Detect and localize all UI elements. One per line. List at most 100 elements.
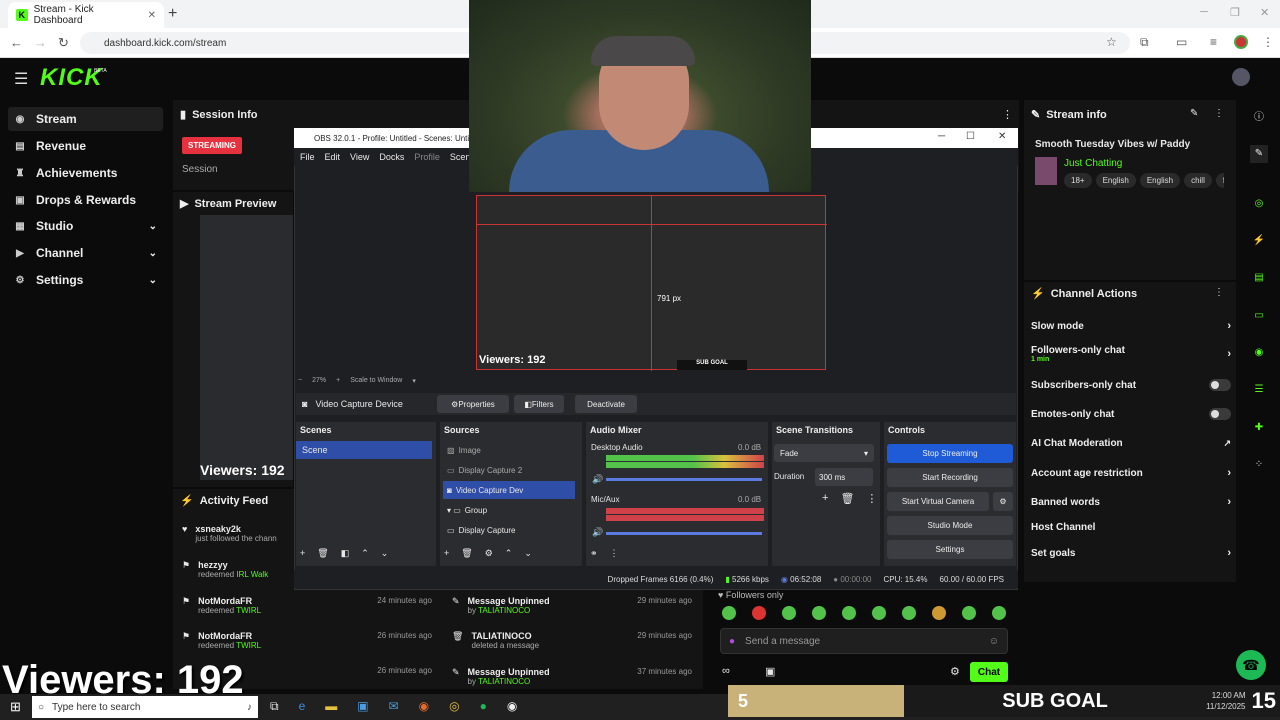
emote-icon[interactable] <box>782 606 796 620</box>
chat-settings-icon[interactable]: ⚙ <box>950 665 960 678</box>
obs-menu-profile[interactable]: Profile <box>414 152 440 162</box>
add-icon[interactable]: + <box>444 548 449 559</box>
emote-icon[interactable] <box>722 606 736 620</box>
mail-icon[interactable]: ✉ <box>389 699 399 714</box>
store-icon[interactable]: ▣ <box>357 699 368 714</box>
sidebar-item-revenue[interactable]: ▤ Revenue <box>8 134 163 158</box>
emote-icon[interactable] <box>932 606 946 620</box>
obs-close-icon[interactable]: ✕ <box>998 131 1006 142</box>
sidebar-item-channel[interactable]: ▶ Channel ⌄ <box>8 241 163 265</box>
minimize-icon[interactable]: ─ <box>1200 6 1208 18</box>
chevron-up-icon[interactable]: ⌃ <box>505 548 513 559</box>
session-menu-icon[interactable]: ⋮ <box>1002 108 1013 121</box>
bookmark-star-icon[interactable]: ☆ <box>1106 35 1117 49</box>
chat-send-button[interactable]: Chat <box>970 662 1008 682</box>
host-channel-row[interactable]: Host Channel <box>1031 522 1231 533</box>
infinity-icon[interactable]: ∞ <box>722 665 730 677</box>
followers-only-row[interactable]: Followers-only chat 1 min › <box>1031 345 1231 363</box>
media-icon[interactable]: ≡ <box>1210 35 1217 49</box>
sidebar-item-stream[interactable]: ◉ Stream <box>8 107 163 131</box>
forward-icon[interactable]: → <box>34 35 47 50</box>
filters-button[interactable]: ◧ Filters <box>514 395 564 413</box>
camera-icon[interactable]: ◎ <box>1250 195 1268 213</box>
trash-icon[interactable]: 🗑 <box>461 548 472 559</box>
obs-menu-edit[interactable]: Edit <box>325 152 341 162</box>
tab-close-icon[interactable]: ✕ <box>148 10 156 21</box>
start-recording-button[interactable]: Start Recording <box>887 468 1013 487</box>
edge-icon[interactable]: e <box>299 699 306 714</box>
ai-moderation-row[interactable]: AI Chat Moderation ↗ <box>1031 438 1231 449</box>
properties-button[interactable]: ⚙ Properties <box>437 395 509 413</box>
obs-settings-button[interactable]: Settings <box>887 540 1013 559</box>
hamburger-menu-icon[interactable]: ☰ <box>14 69 28 89</box>
user-avatar[interactable] <box>1232 68 1250 86</box>
sidebar-item-achievements[interactable]: ♜ Achievements <box>8 161 163 185</box>
account-age-row[interactable]: Account age restriction › <box>1031 467 1231 479</box>
chevron-up-icon[interactable]: ⌃ <box>361 548 369 559</box>
source-item[interactable]: ▨ Image <box>443 441 575 459</box>
document-icon[interactable]: ▤ <box>1250 269 1268 287</box>
maximize-icon[interactable]: ❐ <box>1230 6 1240 19</box>
broadcast-icon[interactable]: ◉ <box>1250 344 1268 362</box>
stream-info-menu-icon[interactable]: ⋮ <box>1214 108 1224 119</box>
reload-icon[interactable]: ↻ <box>58 35 69 51</box>
obs-maximize-icon[interactable]: ☐ <box>966 131 975 142</box>
gear-icon[interactable]: ⚙ <box>485 548 493 559</box>
filter-icon[interactable]: ◧ <box>341 548 350 559</box>
gift-icon[interactable]: ▣ <box>765 665 775 678</box>
channel-actions-menu-icon[interactable]: ⋮ <box>1214 287 1224 298</box>
bolt-icon[interactable]: ⚡ <box>1250 232 1268 250</box>
chevron-down-icon[interactable]: ▾ <box>412 377 416 385</box>
banned-words-row[interactable]: Banned words › <box>1031 496 1231 508</box>
studio-mode-button[interactable]: Studio Mode <box>887 516 1013 535</box>
subscribers-only-row[interactable]: Subscribers-only chat <box>1031 379 1231 391</box>
chat-icon[interactable]: ▭ <box>1250 307 1268 325</box>
start-virtual-camera-button[interactable]: Start Virtual Camera <box>887 492 989 511</box>
support-chat-icon[interactable]: ☎ <box>1236 650 1266 680</box>
speaker-icon[interactable]: 🔊 <box>592 474 603 485</box>
emote-icon[interactable] <box>962 606 976 620</box>
obs-taskbar-icon[interactable]: ◉ <box>507 699 517 714</box>
emote-icon[interactable] <box>812 606 826 620</box>
more-icon[interactable]: ⋮ <box>610 548 619 559</box>
sidebar-item-settings[interactable]: ⚙ Settings ⌄ <box>8 268 163 292</box>
add-icon[interactable]: + <box>300 548 305 559</box>
emoji-picker-icon[interactable]: ☺ <box>989 636 999 647</box>
emotes-only-row[interactable]: Emotes-only chat <box>1031 408 1231 420</box>
file-explorer-icon[interactable]: ▬ <box>325 699 337 714</box>
chevron-down-icon[interactable]: ⌄ <box>524 548 532 559</box>
desktop-audio-slider[interactable] <box>606 478 762 481</box>
sidebar-item-studio[interactable]: ▦ Studio ⌄ <box>8 214 163 238</box>
browser-menu-icon[interactable]: ⋮ <box>1262 35 1274 49</box>
obs-preview-canvas[interactable]: 791 px Viewers: 192 SUB GOAL <box>476 195 827 371</box>
obs-menu-view[interactable]: View <box>350 152 369 162</box>
trash-icon[interactable]: 🗑 <box>317 548 328 559</box>
emotes-only-toggle[interactable] <box>1209 408 1231 420</box>
add-icon[interactable]: + <box>822 492 828 505</box>
emote-icon[interactable] <box>872 606 886 620</box>
windows-start-icon[interactable]: ⊞ <box>10 699 21 715</box>
deactivate-button[interactable]: Deactivate <box>575 395 637 413</box>
zoom-in-icon[interactable]: + <box>336 377 340 385</box>
obs-menu-file[interactable]: File <box>300 152 315 162</box>
cast-icon[interactable]: ▭ <box>1176 35 1187 49</box>
emote-icon[interactable] <box>992 606 1006 620</box>
scale-mode[interactable]: Scale to Window <box>350 377 402 385</box>
source-item[interactable]: ▭ Display Capture 2 <box>443 461 575 479</box>
emote-icon[interactable] <box>902 606 916 620</box>
trash-icon[interactable]: 🗑 <box>840 492 854 505</box>
zoom-out-icon[interactable]: − <box>298 377 302 385</box>
sidebar-item-drops[interactable]: ▣ Drops & Rewards <box>8 188 163 212</box>
transition-select[interactable]: Fade ▾ <box>774 444 874 462</box>
source-item[interactable]: ◙ Video Capture Dev <box>443 481 575 499</box>
more-icon[interactable]: ⁘ <box>1250 456 1268 474</box>
edit-icon[interactable]: ✎ <box>1190 108 1198 119</box>
obs-menu-docks[interactable]: Docks <box>379 152 404 162</box>
extensions-icon[interactable]: ⧉ <box>1140 35 1149 50</box>
virtual-camera-settings-icon[interactable]: ⚙ <box>993 492 1013 511</box>
chevron-down-icon[interactable]: ⌄ <box>381 548 389 559</box>
microphone-icon[interactable]: ● <box>729 636 735 647</box>
firefox-icon[interactable]: ◉ <box>419 699 429 714</box>
new-tab-icon[interactable]: + <box>168 5 177 23</box>
slow-mode-row[interactable]: Slow mode › <box>1031 320 1231 332</box>
